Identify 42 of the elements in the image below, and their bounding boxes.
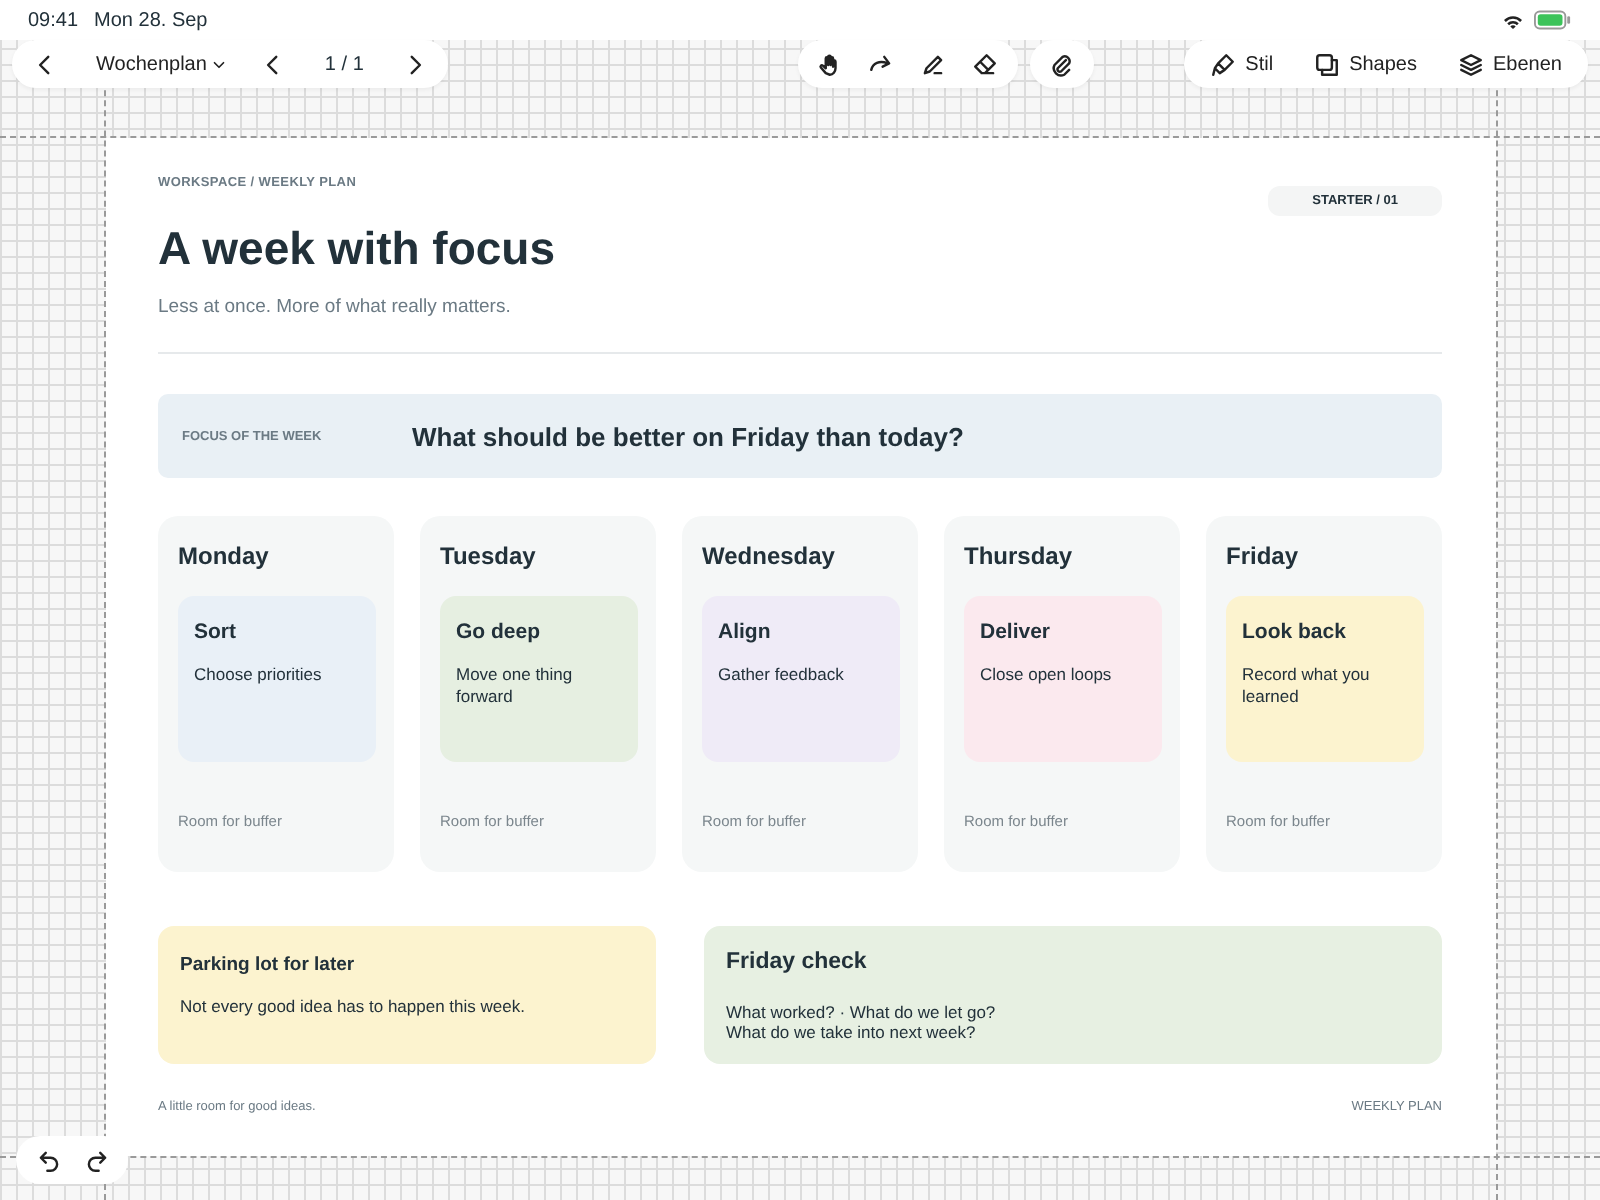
squares-icon [1313,51,1340,77]
parking-text: Not every good idea has to happen this week. [180,996,527,1016]
question-line: What do we take into next week? [726,1022,978,1043]
brush-icon [1209,51,1236,77]
arrow-icon [868,51,895,77]
day-title: Wednesday [702,542,837,570]
page-title: A week with focus [158,222,556,276]
note-text: Record what you learned [1242,664,1372,707]
paperclip-icon [1048,51,1075,77]
layers-button[interactable]: Ebenen [1439,42,1580,86]
friday-check-title: Friday check [726,950,869,974]
hand-icon [816,51,843,77]
style-button[interactable]: Stil [1191,42,1292,86]
note-title: Look back [1242,620,1348,644]
parking-title: Parking lot for later [180,954,357,976]
pen-icon [920,51,947,77]
day-title: Friday [1226,542,1301,570]
redo-icon [83,1147,109,1173]
layers-icon [1457,51,1483,77]
note-title: Sort [194,620,238,644]
day-title: Thursday [964,542,1075,570]
note-text: Gather feedback [718,664,846,686]
status-time: 09:41 [28,9,79,31]
focus-question: What should be better on Friday than today? [412,421,964,451]
document-menu[interactable]: Wochenplan [72,42,245,86]
shapes-button[interactable]: Shapes [1295,42,1435,86]
page-subtitle: Less at once. More of what really matters. [158,296,513,318]
page-indicator: 1 / 1 [322,53,366,75]
note-text: Move one thing forward [456,664,575,707]
day-title: Monday [178,542,271,570]
note-title: Deliver [980,620,1053,644]
note-title: Go deep [456,620,543,644]
question-line: What worked? · What do we let go? [726,1002,998,1023]
day-title: Tuesday [440,542,538,570]
battery-icon [1534,10,1572,30]
note-text: Close open loops [980,664,1114,686]
undo-icon [35,1147,61,1173]
eraser-icon [972,51,999,77]
note-text: Choose priorities [194,664,324,686]
note-title: Align [718,620,773,644]
wifi-icon [1502,11,1524,29]
status-date: Mon 28. Sep [94,9,208,31]
